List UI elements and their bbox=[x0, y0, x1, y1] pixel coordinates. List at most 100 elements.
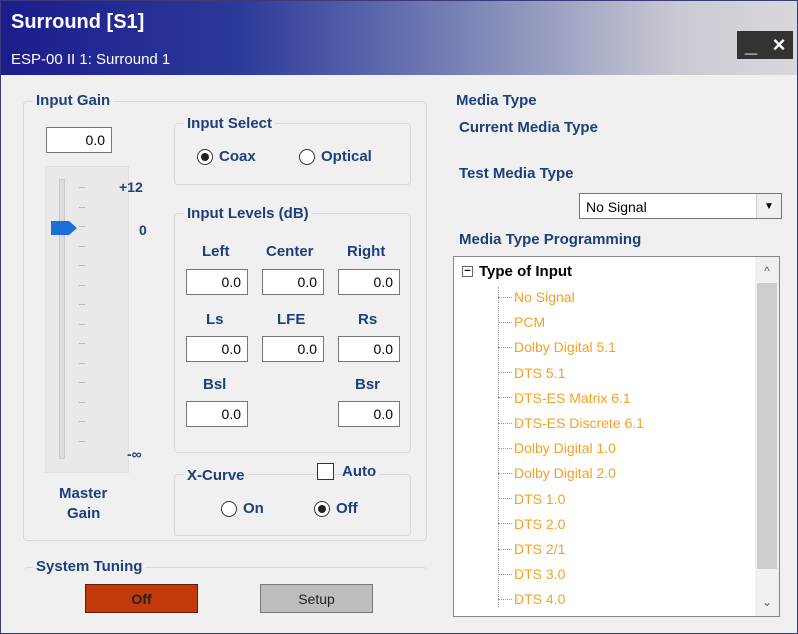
auto-checkbox[interactable] bbox=[317, 463, 334, 480]
tree-item[interactable]: No Signal bbox=[498, 287, 575, 307]
tree-branch bbox=[498, 397, 512, 399]
x-curve-title: X-Curve bbox=[184, 467, 248, 484]
lfe-label: LFE bbox=[277, 311, 306, 328]
tree-branch bbox=[498, 573, 512, 575]
tree-item[interactable]: DTS 2/1 bbox=[498, 539, 565, 559]
tree-branch bbox=[498, 498, 512, 500]
slider-thumb[interactable] bbox=[51, 221, 77, 235]
radio-coax-label: Coax bbox=[219, 148, 256, 165]
radio-xcurve-on[interactable]: On bbox=[221, 500, 264, 517]
system-tuning-off-button[interactable]: Off bbox=[85, 584, 198, 613]
right-label: Right bbox=[347, 243, 386, 260]
tree-item-label: No Signal bbox=[514, 289, 575, 305]
tree-item-label: PCM bbox=[514, 314, 546, 331]
slider-tick bbox=[79, 382, 85, 383]
master-gain-caption-2: Gain bbox=[67, 505, 101, 522]
scale-zero-label: 0 bbox=[139, 222, 147, 238]
chevron-down-icon[interactable]: ▼ bbox=[756, 194, 781, 218]
radio-on-label: On bbox=[243, 500, 264, 517]
tree-item[interactable]: DTS 5.1 bbox=[498, 363, 565, 383]
media-type-title: Media Type bbox=[453, 92, 540, 109]
ls-level-input[interactable]: 0.0 bbox=[186, 336, 248, 362]
input-select-title: Input Select bbox=[184, 115, 276, 132]
tree-item-label: DTS 2/1 bbox=[514, 541, 566, 557]
center-level-input[interactable]: 0.0 bbox=[262, 269, 324, 295]
tree-item[interactable]: DTS-ES Discrete 6.1 bbox=[498, 413, 644, 433]
bsr-level-input[interactable]: 0.0 bbox=[338, 401, 400, 427]
scroll-down-icon[interactable]: ⌄ bbox=[755, 590, 779, 614]
test-media-type-label: Test Media Type bbox=[459, 165, 574, 182]
left-level-input[interactable]: 0.0 bbox=[186, 269, 248, 295]
rs-label: Rs bbox=[358, 311, 378, 328]
tree-item-label: DTS-ES Discrete 6.1 bbox=[514, 415, 644, 431]
slider-tick bbox=[79, 343, 85, 344]
input-gain-title: Input Gain bbox=[33, 92, 114, 109]
slider-tick bbox=[79, 206, 85, 208]
slider-tick bbox=[79, 187, 85, 188]
center-label: Center bbox=[266, 243, 314, 260]
minimize-button[interactable]: _ bbox=[737, 31, 765, 59]
slider-tick bbox=[79, 226, 85, 227]
scroll-up-icon[interactable]: ^ bbox=[755, 259, 779, 283]
tree-scrollbar[interactable]: ^ ⌄ bbox=[755, 257, 779, 616]
tree-item[interactable]: DTS-ES Matrix 6.1 bbox=[498, 388, 631, 408]
tree-item[interactable]: Dolby Digital 5.1 bbox=[498, 337, 616, 357]
tree-item[interactable]: Dolby Digital 1.0 bbox=[498, 438, 616, 458]
right-level-input[interactable]: 0.0 bbox=[338, 269, 400, 295]
close-button[interactable]: × bbox=[765, 31, 793, 59]
slider-tick bbox=[79, 440, 85, 442]
tree-branch bbox=[498, 422, 512, 424]
master-gain-input[interactable]: 0.0 bbox=[46, 127, 112, 153]
bsl-level-input[interactable]: 0.0 bbox=[186, 401, 248, 427]
tree-branch bbox=[498, 372, 512, 374]
radio-off-dot bbox=[318, 504, 326, 513]
bsl-label: Bsl bbox=[203, 376, 227, 393]
tree-root[interactable]: − Type of Input bbox=[462, 263, 572, 280]
scale-bottom-label: -∞ bbox=[127, 446, 142, 462]
test-media-type-select[interactable]: No Signal ▼ bbox=[579, 193, 782, 219]
slider-tick bbox=[79, 362, 85, 364]
tree-root-label: Type of Input bbox=[479, 263, 573, 280]
slider-tick bbox=[79, 323, 85, 325]
slider-tick bbox=[79, 421, 85, 422]
scrollbar-thumb[interactable] bbox=[757, 283, 777, 569]
tree-item[interactable]: PCM bbox=[498, 312, 545, 332]
tree-item[interactable]: DTS 4.0 bbox=[498, 589, 565, 609]
slider-tick bbox=[79, 304, 85, 305]
slider-tick bbox=[79, 284, 85, 286]
radio-optical[interactable]: Optical bbox=[299, 148, 372, 165]
radio-xcurve-off[interactable]: Off bbox=[314, 500, 358, 517]
surround-window: Surround [S1] ESP-00 II 1: Surround 1 _ … bbox=[0, 0, 798, 634]
input-levels-title: Input Levels (dB) bbox=[184, 205, 312, 222]
tree-item[interactable]: DTS 1.0 bbox=[498, 489, 565, 509]
tree-branch bbox=[498, 472, 512, 474]
tree-branch bbox=[498, 598, 512, 600]
tree-item[interactable]: DTS 2.0 bbox=[498, 514, 565, 534]
tree-item-label: Dolby Digital 1.0 bbox=[514, 440, 616, 457]
tree-item[interactable]: Dolby Digital 2.0 bbox=[498, 463, 616, 483]
scale-top-label: +12 bbox=[119, 179, 143, 195]
tree-item[interactable]: DTS 3.0 bbox=[498, 564, 565, 584]
auto-label: Auto bbox=[342, 463, 380, 480]
radio-coax[interactable]: Coax bbox=[197, 148, 256, 165]
collapse-icon[interactable]: − bbox=[462, 266, 473, 277]
title-bar[interactable]: Surround [S1] ESP-00 II 1: Surround 1 _ … bbox=[1, 1, 797, 75]
tree-branch bbox=[498, 321, 512, 323]
tree-item-label: DTS-ES Matrix 6.1 bbox=[514, 389, 631, 406]
media-type-programming-label: Media Type Programming bbox=[459, 231, 642, 248]
system-tuning-setup-button[interactable]: Setup bbox=[260, 584, 373, 613]
radio-optical-label: Optical bbox=[321, 148, 372, 165]
media-type-tree[interactable]: − Type of Input No Signal PCM Dolby Digita… bbox=[453, 256, 780, 617]
system-tuning-title: System Tuning bbox=[33, 558, 146, 575]
rs-level-input[interactable]: 0.0 bbox=[338, 336, 400, 362]
master-gain-slider[interactable] bbox=[45, 166, 129, 473]
left-label: Left bbox=[202, 243, 230, 260]
lfe-level-input[interactable]: 0.0 bbox=[262, 336, 324, 362]
radio-coax-dot bbox=[201, 152, 209, 161]
tree-branch bbox=[498, 548, 512, 550]
tree-branch bbox=[498, 346, 512, 348]
tree-item-label: DTS 3.0 bbox=[514, 566, 566, 583]
slider-tick bbox=[79, 245, 85, 247]
tree-item-label: Dolby Digital 5.1 bbox=[514, 339, 616, 356]
tree-item-label: DTS 5.1 bbox=[514, 364, 566, 381]
